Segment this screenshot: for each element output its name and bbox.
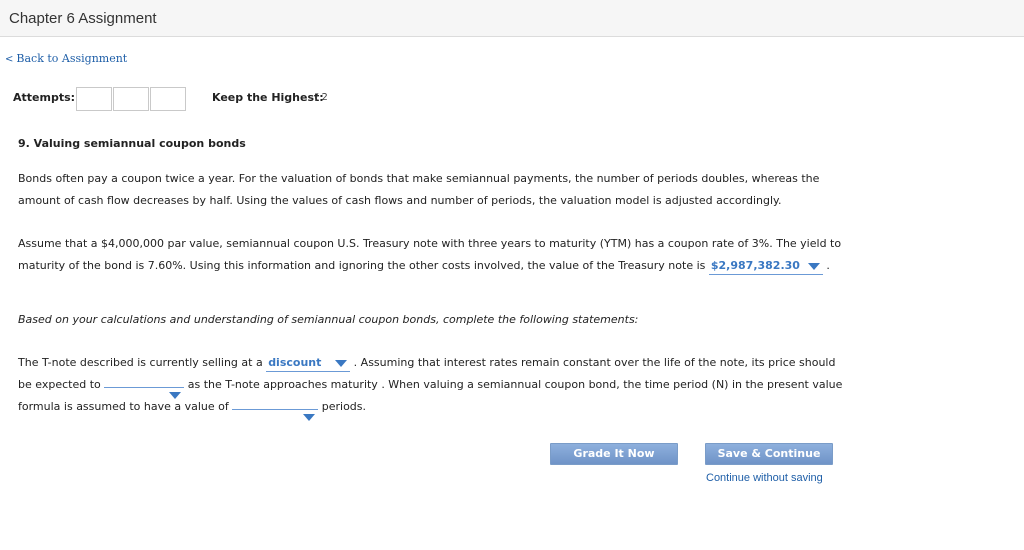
chevron-down-icon bbox=[303, 414, 316, 421]
period-count-dropdown[interactable] bbox=[232, 409, 319, 421]
back-to-assignment-link[interactable]: < Back to Assignment bbox=[5, 52, 127, 65]
instructions-paragraph: Based on your calculations and understan… bbox=[18, 313, 639, 326]
chevron-left-icon: < bbox=[5, 54, 14, 65]
selling-at-dropdown[interactable]: discount bbox=[266, 355, 351, 372]
statement-text-3: as the T-note approaches maturity . When… bbox=[18, 378, 843, 413]
treasury-value-dropdown[interactable]: $2,987,382.30 bbox=[708, 258, 823, 275]
keep-highest-value: / 2 bbox=[315, 92, 328, 103]
attempt-box bbox=[76, 87, 112, 111]
valuation-text-end: . bbox=[822, 259, 830, 272]
keep-highest-label: Keep the Highest: bbox=[212, 91, 324, 104]
valuation-paragraph: Assume that a $4,000,000 par value, semi… bbox=[18, 233, 848, 277]
attempts-label: Attempts: bbox=[13, 91, 76, 104]
attempt-box bbox=[113, 87, 149, 111]
chevron-down-icon bbox=[169, 392, 182, 399]
question-intro-paragraph: Bonds often pay a coupon twice a year. F… bbox=[18, 172, 820, 207]
statement-text-1: The T-note described is currently sellin… bbox=[18, 356, 267, 369]
price-direction-dropdown[interactable] bbox=[104, 387, 185, 399]
save-and-continue-button[interactable]: Save & Continue bbox=[705, 443, 833, 465]
chevron-down-icon bbox=[807, 263, 820, 270]
grade-it-now-button[interactable]: Grade It Now bbox=[550, 443, 678, 465]
page-title: Chapter 6 Assignment bbox=[9, 10, 157, 27]
treasury-value-selected: $2,987,382.30 bbox=[710, 259, 800, 272]
continue-without-saving-link[interactable]: Continue without saving bbox=[706, 472, 823, 484]
attempt-box bbox=[150, 87, 186, 111]
statements-paragraph: The T-note described is currently sellin… bbox=[18, 352, 848, 421]
chevron-down-icon bbox=[335, 360, 348, 367]
back-link-label: Back to Assignment bbox=[16, 52, 128, 65]
statement-text-4: periods. bbox=[318, 400, 367, 413]
question-title: 9. Valuing semiannual coupon bonds bbox=[18, 137, 246, 150]
attempt-boxes bbox=[76, 87, 187, 111]
assignment-header: Chapter 6 Assignment bbox=[0, 0, 1024, 37]
selling-at-selected: discount bbox=[268, 356, 322, 369]
